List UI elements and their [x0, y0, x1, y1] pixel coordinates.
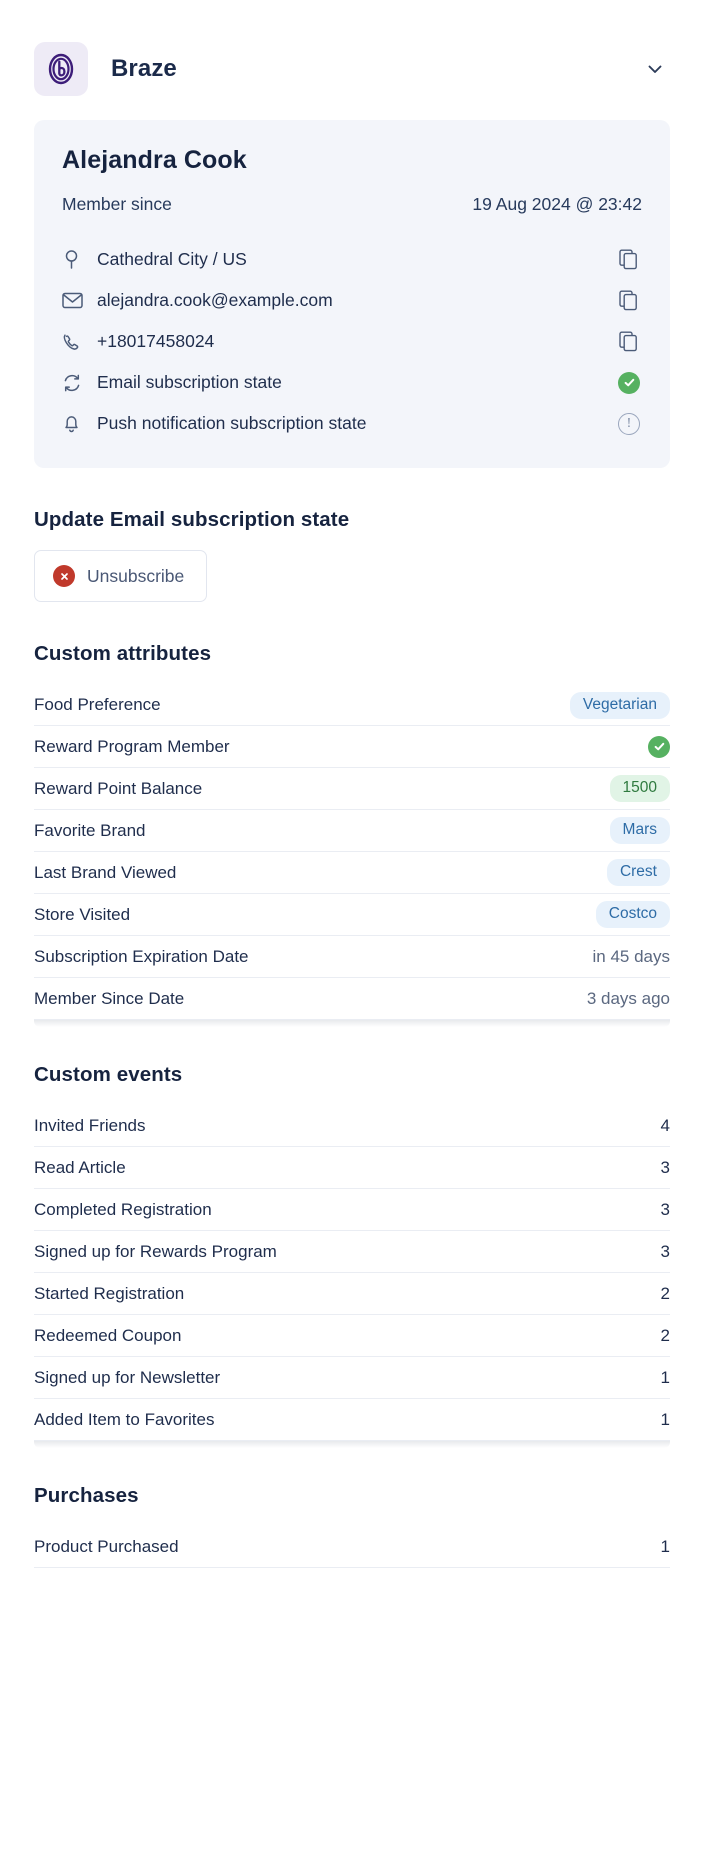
attribute-value-badge: Crest — [606, 859, 670, 886]
unsubscribe-button[interactable]: Unsubscribe — [34, 550, 208, 602]
contact-email-subscription-label: Email subscription state — [97, 372, 282, 392]
contact-phone-text: +18017458024 — [97, 331, 215, 351]
braze-logo — [34, 42, 88, 96]
table-row[interactable]: Read Article 3 — [34, 1147, 670, 1189]
purchases-title: Purchases — [34, 1484, 139, 1507]
contact-row-phone: +18017458024 — [62, 321, 642, 362]
event-count: 3 — [660, 1157, 670, 1177]
purchase-count: 1 — [660, 1537, 670, 1556]
unsubscribe-button-label: Unsubscribe — [87, 565, 185, 586]
table-row[interactable]: Added Item to Favorites 1 — [34, 1399, 670, 1441]
profile-name: Alejandra Cook — [62, 146, 247, 174]
event-count: 3 — [660, 1199, 670, 1219]
contact-email-text: alejandra.cook@example.com — [97, 290, 333, 310]
contact-row-location: Cathedral City / US — [62, 239, 642, 280]
custom-attributes-scroll-shadow — [34, 1020, 670, 1027]
copy-icon[interactable] — [616, 329, 642, 355]
table-row[interactable]: Favorite Brand Mars — [34, 810, 670, 852]
attribute-label: Reward Program Member — [34, 736, 230, 756]
copy-icon[interactable] — [616, 247, 642, 273]
envelope-icon — [62, 290, 88, 312]
member-since-label: Member since — [62, 194, 172, 214]
event-label: Redeemed Coupon — [34, 1325, 182, 1345]
table-row[interactable]: Subscription Expiration Date in 45 days — [34, 936, 670, 978]
attribute-value-badge: Vegetarian — [569, 691, 670, 719]
check-circle-icon — [616, 370, 642, 396]
attribute-label: Subscription Expiration Date — [34, 946, 249, 966]
table-row[interactable]: Invited Friends 4 — [34, 1105, 670, 1147]
table-row[interactable]: Started Registration 2 — [34, 1273, 670, 1315]
attribute-value: in 45 days — [592, 946, 671, 966]
contact-row-email: alejandra.cook@example.com — [62, 280, 642, 321]
custom-attributes-list: Food Preference Vegetarian Reward Progra… — [34, 684, 670, 1020]
bell-icon — [62, 413, 88, 435]
event-count: 2 — [660, 1325, 670, 1345]
location-pin-icon — [62, 249, 88, 271]
contact-location-text: Cathedral City / US — [97, 249, 247, 269]
table-row[interactable]: Reward Point Balance 1500 — [34, 768, 670, 810]
custom-events-title: Custom events — [34, 1063, 183, 1086]
custom-events-scroll-shadow — [34, 1441, 670, 1448]
table-row[interactable]: Store Visited Costco — [34, 894, 670, 936]
table-row[interactable]: Food Preference Vegetarian — [34, 684, 670, 726]
attribute-label: Reward Point Balance — [34, 778, 203, 798]
attribute-label: Food Preference — [34, 695, 161, 714]
contact-row-push-subscription: Push notification subscription state ! — [62, 403, 642, 444]
event-label: Started Registration — [34, 1283, 185, 1303]
table-row[interactable]: Signed up for Newsletter 1 — [34, 1357, 670, 1399]
attribute-value-badge: Mars — [609, 817, 670, 844]
app-header: Braze — [0, 0, 704, 112]
status-badge-subscribed — [618, 371, 640, 394]
event-label: Invited Friends — [34, 1116, 146, 1135]
table-row[interactable]: Signed up for Rewards Program 3 — [34, 1231, 670, 1273]
contact-list: Cathedral City / US alejandra.cook@examp… — [62, 239, 642, 444]
event-label: Added Item to Favorites — [34, 1409, 215, 1429]
attribute-value: 3 days ago — [586, 988, 670, 1008]
profile-card: Alejandra Cook Member since 19 Aug 2024 … — [34, 120, 670, 468]
custom-attributes-title: Custom attributes — [34, 642, 212, 665]
check-circle-icon — [648, 735, 670, 758]
contact-push-subscription-label: Push notification subscription state — [97, 413, 367, 433]
event-label: Signed up for Newsletter — [34, 1367, 221, 1387]
circle-x-icon — [53, 565, 75, 587]
member-since-row: Member since 19 Aug 2024 @ 23:42 — [62, 194, 642, 215]
copy-icon[interactable] — [616, 288, 642, 314]
status-badge-unknown: ! — [618, 412, 640, 435]
purchases-list: Product Purchased 1 — [34, 1526, 670, 1568]
exclamation-circle-icon: ! — [616, 411, 642, 437]
update-subscription-actions: Unsubscribe — [34, 550, 670, 602]
member-since-value: 19 Aug 2024 @ 23:42 — [472, 194, 642, 214]
event-label: Signed up for Rewards Program — [34, 1241, 277, 1261]
phone-icon — [62, 331, 88, 353]
contact-row-email-subscription: Email subscription state — [62, 362, 642, 403]
attribute-value-badge: 1500 — [609, 775, 670, 802]
attribute-value-badge: Costco — [595, 901, 670, 928]
update-subscription-title: Update Email subscription state — [34, 508, 350, 531]
event-count: 4 — [660, 1116, 670, 1135]
table-row[interactable]: Redeemed Coupon 2 — [34, 1315, 670, 1357]
event-count: 2 — [660, 1283, 670, 1303]
table-row[interactable]: Product Purchased 1 — [34, 1526, 670, 1568]
attribute-label: Store Visited — [34, 904, 131, 924]
purchase-label: Product Purchased — [34, 1537, 179, 1556]
event-count: 1 — [660, 1409, 670, 1429]
table-row[interactable]: Reward Program Member — [34, 726, 670, 768]
event-label: Read Article — [34, 1157, 126, 1177]
attribute-label: Last Brand Viewed — [34, 862, 177, 882]
attribute-label: Member Since Date — [34, 988, 185, 1008]
chevron-down-icon[interactable] — [640, 54, 670, 84]
brand-title: Braze — [111, 55, 177, 82]
attribute-label: Favorite Brand — [34, 820, 146, 840]
table-row[interactable]: Member Since Date 3 days ago — [34, 978, 670, 1020]
event-count: 1 — [660, 1367, 670, 1387]
table-row[interactable]: Completed Registration 3 — [34, 1189, 670, 1231]
sync-icon — [62, 372, 88, 394]
custom-events-list: Invited Friends 4 Read Article 3 Complet… — [34, 1105, 670, 1441]
table-row[interactable]: Last Brand Viewed Crest — [34, 852, 670, 894]
event-label: Completed Registration — [34, 1199, 212, 1219]
event-count: 3 — [660, 1241, 670, 1261]
